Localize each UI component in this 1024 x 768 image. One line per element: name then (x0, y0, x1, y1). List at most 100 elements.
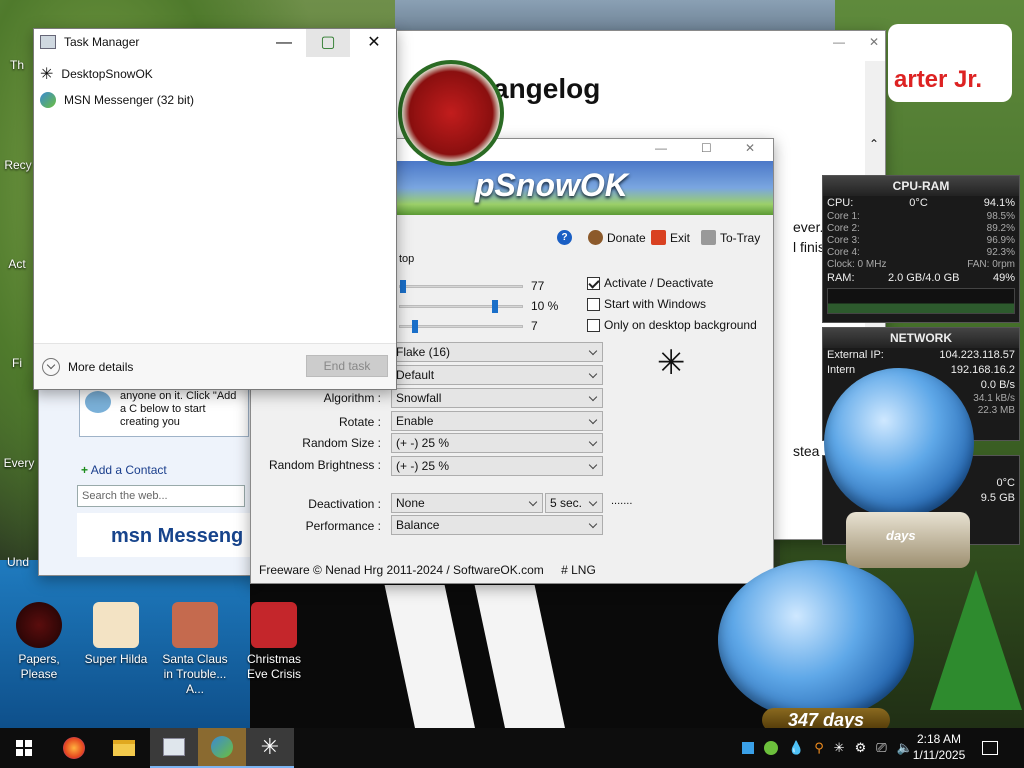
slider-amount[interactable] (399, 280, 523, 293)
process-row[interactable]: ✳ DesktopSnowOK (40, 64, 153, 84)
checkbox-label: Only on desktop background (604, 318, 757, 332)
restore-button[interactable]: ▢ (306, 29, 350, 57)
checkbox-box[interactable] (587, 318, 600, 332)
desktop-icon-partial[interactable]: Recy (0, 158, 36, 173)
desktop-icon-papers-please[interactable]: Papers, Please (1, 602, 77, 682)
taskbar-firefox[interactable] (50, 728, 98, 768)
more-options-dots[interactable]: ....... (611, 495, 632, 507)
desktop-icon-partial[interactable]: Und (0, 555, 36, 570)
close-icon[interactable]: ✕ (869, 35, 879, 49)
activate-checkbox[interactable]: Activate / Deactivate (587, 276, 713, 290)
text-line: ever. (793, 219, 824, 235)
slider-thumb[interactable] (492, 300, 498, 313)
end-task-label: End task (323, 359, 371, 373)
snow-globe-snowman (718, 560, 914, 720)
slider-thumb[interactable] (412, 320, 418, 333)
christmas-eve-crisis-icon (251, 602, 297, 648)
icon-label: Christmas Eve Crisis (246, 652, 301, 681)
taskbar-msn[interactable] (198, 728, 246, 768)
maximize-icon[interactable]: ☐ (701, 141, 712, 155)
freeware-link[interactable]: Freeware © Nenad Hrg 2011-2024 / Softwar… (259, 563, 544, 577)
network-rate: 34.1 kB/s (973, 393, 1015, 404)
icon-label: Act (8, 257, 26, 271)
select-value: Flake (16) (396, 345, 451, 359)
notification-button[interactable] (982, 728, 998, 768)
search-placeholder: Search the web... (82, 490, 168, 502)
title-bar[interactable]: Task Manager (40, 35, 139, 49)
start-with-windows-checkbox[interactable]: Start with Windows (587, 297, 706, 311)
icon-label: Papers, Please (18, 652, 60, 681)
msn-tray-icon[interactable] (764, 741, 778, 755)
text-line: stea (793, 443, 820, 459)
exit-button[interactable]: Exit (651, 230, 690, 245)
more-details-button[interactable]: More details (42, 358, 133, 376)
start-button[interactable] (0, 728, 48, 768)
flake-select[interactable]: Flake (16) (391, 342, 603, 362)
clock[interactable]: 2:18 AM 1/11/2025 (904, 731, 974, 763)
days-small-label: days (886, 528, 916, 543)
slider-value: 10 % (531, 299, 559, 313)
search-tray-icon[interactable]: ⚲ (814, 740, 824, 756)
logo-text: msn Messeng (111, 525, 244, 547)
end-task-button[interactable]: End task (306, 355, 388, 377)
desktop-icon-christmas-eve-crisis[interactable]: Christmas Eve Crisis (236, 602, 312, 682)
taskbar-task-manager[interactable] (150, 728, 198, 768)
add-contact-label: Add a Contact (90, 463, 167, 477)
msn-logo: msn Messeng (77, 513, 253, 557)
core-value: 92.3% (986, 247, 1015, 258)
slider-thumb[interactable] (400, 280, 406, 293)
slider-size[interactable] (399, 300, 523, 313)
algorithm-select[interactable]: Snowfall (391, 388, 603, 408)
to-tray-button[interactable]: To-Tray (701, 230, 760, 245)
plus-icon: + (81, 463, 89, 477)
msn-messenger-window[interactable]: anyone on it. Click "Add a C below to st… (38, 380, 253, 576)
donate-button[interactable]: ? Donate (557, 230, 646, 245)
minimize-button[interactable]: — (262, 29, 306, 57)
add-contact-link[interactable]: + Add a Contact (81, 463, 167, 477)
rotate-select[interactable]: Enable (391, 411, 603, 431)
network-icon[interactable]: ⎚ (876, 740, 886, 756)
desktop-only-checkbox[interactable]: Only on desktop background (587, 318, 757, 332)
scroll-up-icon[interactable]: ⌃ (869, 137, 879, 151)
close-button[interactable]: ✕ (352, 29, 396, 57)
search-web-input[interactable]: Search the web... (77, 485, 245, 507)
process-row[interactable]: MSN Messenger (32 bit) (40, 92, 194, 108)
group-label: top (397, 253, 417, 265)
select-value: None (396, 496, 425, 510)
desktop-icon-partial[interactable]: Every (0, 456, 38, 471)
water-drop-icon[interactable]: 💧 (788, 740, 804, 756)
help-icon[interactable]: ? (557, 230, 572, 245)
title-bar[interactable] (393, 31, 885, 61)
to-tray-label: To-Tray (720, 230, 761, 245)
taskbar-desktopsnowok[interactable]: ✳ (246, 728, 294, 768)
cpu-ram-gadget[interactable]: CPU-RAM CPU: 0°C 94.1% Core 1: 98.5% Core 2… (822, 175, 1020, 323)
checkbox-box[interactable] (587, 276, 600, 290)
minimize-icon[interactable]: — (655, 141, 667, 155)
external-ip: 104.223.118.57 (939, 349, 1015, 361)
desktop-icon-partial[interactable]: Th (0, 58, 34, 73)
slider-speed[interactable] (399, 320, 523, 333)
tray-app-icon[interactable] (742, 742, 754, 754)
desktop-icon-partial[interactable]: Fi (0, 356, 34, 371)
deactivation-select[interactable]: None (391, 493, 543, 513)
desktop-icon-super-hilda[interactable]: Super Hilda (78, 602, 154, 667)
random-brightness-select[interactable]: (+ -) 25 % (391, 456, 603, 476)
taskbar-file-explorer[interactable] (100, 728, 148, 768)
core-value: 89.2% (986, 223, 1015, 234)
performance-select[interactable]: Balance (391, 515, 603, 535)
deactivation-seconds-select[interactable]: 5 sec. (545, 493, 603, 513)
desktop-icon-santa-claus[interactable]: Santa Claus in Trouble... A... (157, 602, 233, 697)
minimize-icon[interactable]: — (833, 35, 845, 49)
close-icon[interactable]: ✕ (745, 141, 755, 155)
style-select[interactable]: Default (391, 365, 603, 385)
task-manager-window[interactable]: Task Manager — ▢ ✕ ✳ DesktopSnowOK MSN M… (33, 28, 397, 390)
gear-icon[interactable]: ⚙ (855, 740, 867, 756)
random-brightness-label: Random Brightness : (268, 458, 381, 472)
language-link[interactable]: # LNG (561, 563, 596, 577)
random-size-select[interactable]: (+ -) 25 % (391, 433, 603, 453)
desktop-icon-partial[interactable]: Act (0, 257, 34, 272)
checkbox-box[interactable] (587, 297, 600, 311)
deactivation-label: Deactivation : (308, 497, 381, 511)
core-label: Core 2: (827, 223, 860, 234)
snowflake-tray-icon[interactable]: ✳ (834, 740, 845, 756)
